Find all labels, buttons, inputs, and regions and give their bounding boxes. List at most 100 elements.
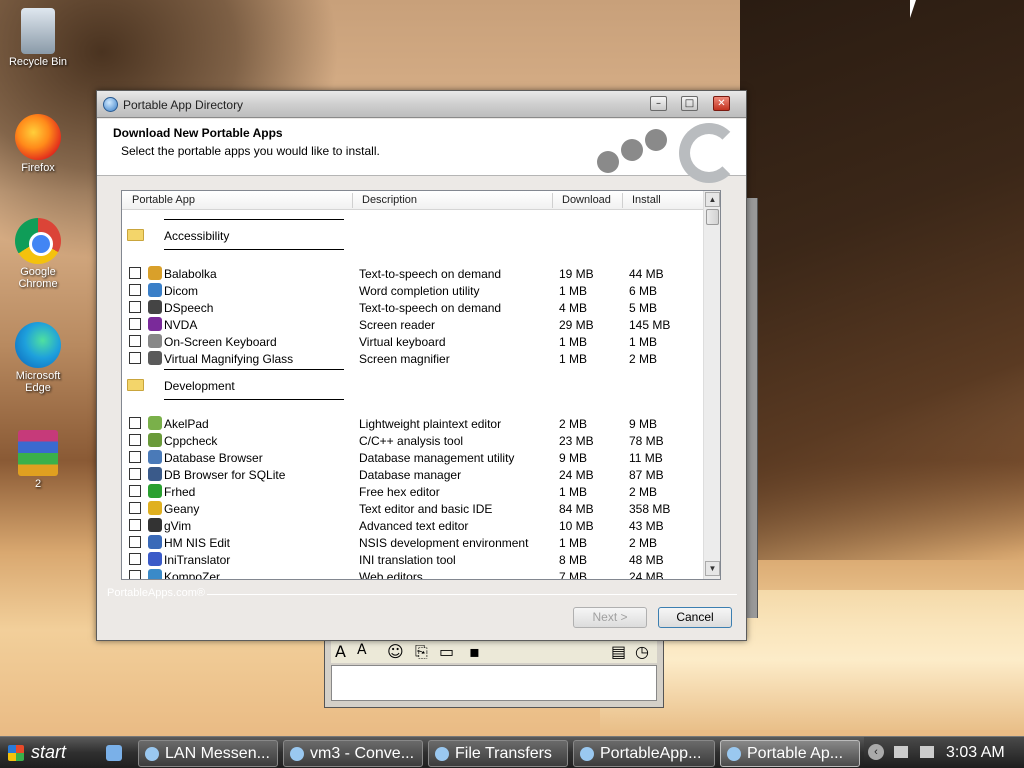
app-download-size: 19 MB [559, 267, 594, 281]
app-row[interactable]: NVDA Screen reader 29 MB 145 MB [122, 316, 703, 333]
desktop-icon-edge[interactable]: Microsoft Edge [3, 322, 73, 394]
clock[interactable]: 3:03 AM [946, 744, 1005, 762]
column-header-app[interactable]: Portable App [132, 194, 195, 206]
app-icon [148, 467, 162, 481]
smiley-icon[interactable]: ☺ [387, 642, 404, 661]
category-group: Development [122, 369, 703, 403]
list-scrollbar[interactable]: ▲ ▼ [703, 191, 720, 579]
portableapps-icon [727, 747, 741, 761]
taskbar-item-portable-app-directory[interactable]: Portable Ap... [720, 740, 860, 767]
column-separator[interactable] [622, 193, 623, 208]
app-icon [148, 334, 162, 348]
app-download-size: 8 MB [559, 553, 588, 567]
app-checkbox[interactable] [129, 468, 141, 480]
column-header-install[interactable]: Install [632, 194, 661, 206]
taskbar-item-portableapps[interactable]: PortableApp... [573, 740, 715, 767]
taskbar-item-lan-messenger[interactable]: LAN Messen... [138, 740, 278, 767]
app-row[interactable]: KompoZer Web editors 7 MB 24 MB [122, 568, 703, 579]
group-rule [164, 399, 344, 400]
app-checkbox[interactable] [129, 434, 141, 446]
category-group: Accessibility [122, 219, 703, 253]
message-input[interactable] [331, 665, 657, 701]
volume-muted-icon[interactable] [920, 746, 934, 758]
column-separator[interactable] [352, 193, 353, 208]
app-checkbox[interactable] [129, 553, 141, 565]
app-description: Lightweight plaintext editor [359, 417, 502, 431]
app-checkbox[interactable] [129, 502, 141, 514]
app-download-size: 29 MB [559, 318, 594, 332]
app-checkbox[interactable] [129, 352, 141, 364]
app-icon [148, 552, 162, 566]
folder-icon[interactable]: ▭ [439, 642, 454, 661]
app-row[interactable]: On-Screen Keyboard Virtual keyboard 1 MB 1 … [122, 333, 703, 350]
app-download-size: 10 MB [559, 519, 594, 533]
app-icon [148, 283, 162, 297]
app-checkbox[interactable] [129, 536, 141, 548]
app-row[interactable]: DB Browser for SQLite Database manager 24 … [122, 466, 703, 483]
app-checkbox[interactable] [129, 451, 141, 463]
app-row[interactable]: DSpeech Text-to-speech on demand 4 MB 5 MB [122, 299, 703, 316]
start-button[interactable]: start [0, 738, 94, 768]
app-row[interactable]: HM NIS Edit NSIS development environment 1… [122, 534, 703, 551]
start-label: start [31, 742, 67, 762]
app-install-size: 2 MB [629, 485, 658, 499]
app-icon [148, 450, 162, 464]
app-name: Balabolka [164, 267, 217, 281]
scroll-down-icon[interactable]: ▼ [705, 561, 720, 576]
scroll-up-icon[interactable]: ▲ [705, 192, 720, 207]
group-rule [164, 369, 344, 370]
app-download-size: 1 MB [559, 284, 588, 298]
app-download-size: 7 MB [559, 570, 588, 579]
document-icon[interactable]: ▤ [611, 642, 626, 661]
app-checkbox[interactable] [129, 301, 141, 313]
app-row[interactable]: Balabolka Text-to-speech on demand 19 MB 44… [122, 265, 703, 282]
app-row[interactable]: Dicom Word completion utility 1 MB 6 MB [122, 282, 703, 299]
app-row[interactable]: Frhed Free hex editor 1 MB 2 MB [122, 483, 703, 500]
taskbar-item-file-transfers[interactable]: File Transfers [428, 740, 568, 767]
font-style-icon[interactable]: A [357, 642, 367, 658]
app-description: Web editors [359, 570, 423, 579]
maximize-button[interactable]: □ [681, 96, 698, 111]
desktop-icon-firefox[interactable]: Firefox [3, 114, 73, 174]
app-checkbox[interactable] [129, 318, 141, 330]
tray-expand-icon[interactable]: ‹ [868, 744, 884, 760]
app-name: Frhed [164, 485, 196, 499]
app-icon [148, 416, 162, 430]
quick-launch-icon[interactable] [106, 745, 122, 761]
app-install-size: 358 MB [629, 502, 671, 516]
network-icon[interactable] [894, 746, 908, 758]
app-icon [148, 317, 162, 331]
desktop-icon-chrome[interactable]: Google Chrome [3, 218, 73, 290]
app-checkbox[interactable] [129, 417, 141, 429]
minimize-button[interactable]: – [650, 96, 667, 111]
next-button[interactable]: Next > [573, 607, 647, 628]
desktop-icon-recycle-bin[interactable]: Recycle Bin [3, 8, 73, 68]
app-checkbox[interactable] [129, 519, 141, 531]
app-checkbox[interactable] [129, 284, 141, 296]
close-button[interactable]: ✕ [713, 96, 730, 111]
app-checkbox[interactable] [129, 485, 141, 497]
app-row[interactable]: Virtual Magnifying Glass Screen magnifier… [122, 350, 703, 367]
column-separator[interactable] [552, 193, 553, 208]
font-icon[interactable]: A [335, 642, 346, 661]
app-row[interactable]: gVim Advanced text editor 10 MB 43 MB [122, 517, 703, 534]
cancel-button[interactable]: Cancel [658, 607, 732, 628]
attach-icon[interactable]: ⎘ [415, 642, 428, 662]
app-row[interactable]: Geany Text editor and basic IDE 84 MB 358 M… [122, 500, 703, 517]
history-icon[interactable]: ◷ [635, 642, 649, 661]
app-row[interactable]: Cppcheck C/C++ analysis tool 23 MB 78 MB [122, 432, 703, 449]
column-header-description[interactable]: Description [362, 194, 417, 206]
dialog-titlebar[interactable]: Portable App Directory – □ ✕ [97, 91, 746, 118]
column-header-download[interactable]: Download [562, 194, 611, 206]
scroll-thumb[interactable] [706, 209, 719, 225]
app-checkbox[interactable] [129, 267, 141, 279]
app-row[interactable]: Database Browser Database management util… [122, 449, 703, 466]
edge-icon [15, 322, 61, 368]
desktop-icon-archive[interactable]: 2 [3, 430, 73, 490]
taskbar-item-conversation[interactable]: vm3 - Conve... [283, 740, 423, 767]
app-row[interactable]: IniTranslator INI translation tool 8 MB 48 … [122, 551, 703, 568]
app-checkbox[interactable] [129, 335, 141, 347]
app-row[interactable]: AkelPad Lightweight plaintext editor 2 MB 9… [122, 415, 703, 432]
save-icon[interactable]: ▪ [469, 642, 480, 661]
app-checkbox[interactable] [129, 570, 141, 579]
